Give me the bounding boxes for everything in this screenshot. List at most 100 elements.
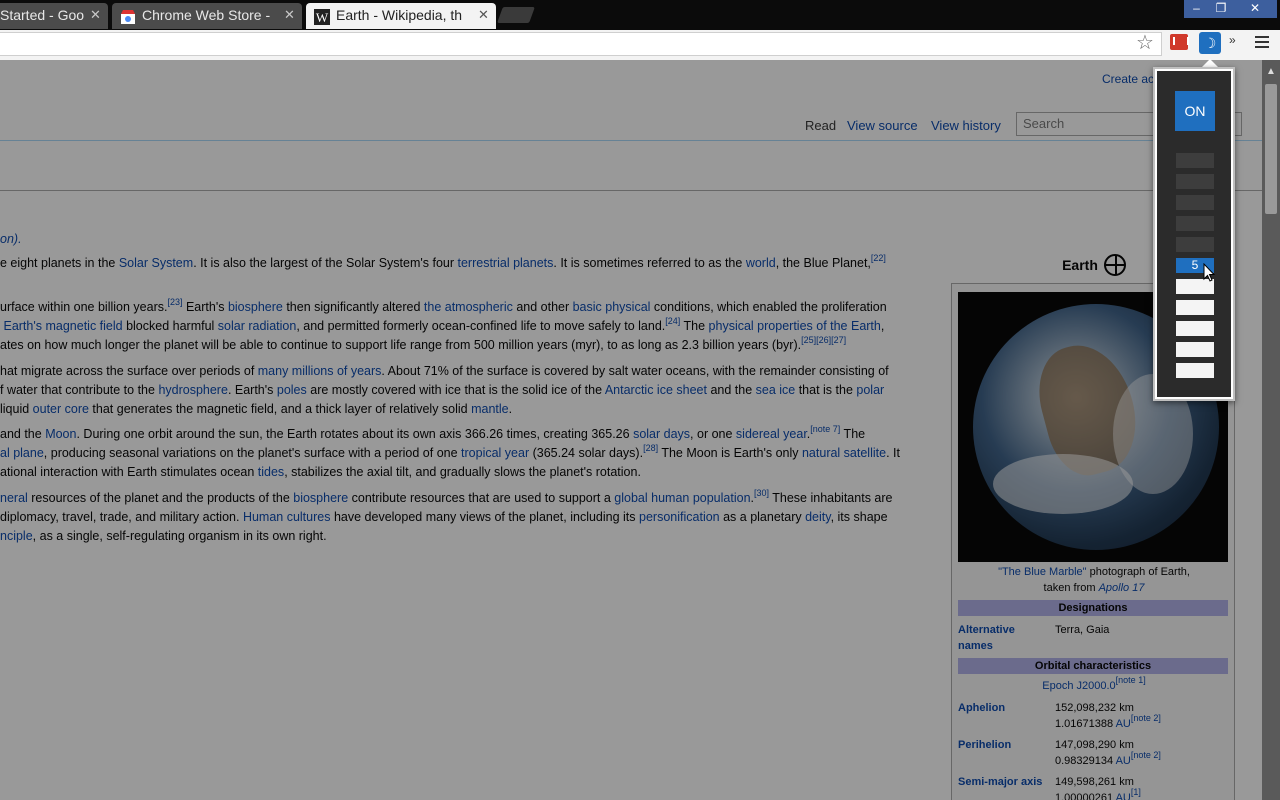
article-line: ates on how much longer the planet will … <box>0 336 940 355</box>
tab-chrome-web-store[interactable]: Chrome Web Store - ✕ <box>112 3 302 29</box>
link-au[interactable]: AU <box>1116 718 1131 730</box>
text: The <box>840 427 866 441</box>
link-mantle[interactable]: mantle <box>471 402 509 416</box>
brightness-level-1[interactable] <box>1175 152 1215 169</box>
brightness-level-10[interactable] <box>1175 341 1215 358</box>
close-window-button[interactable]: ✕ <box>1233 0 1277 18</box>
link-solar-system[interactable]: Solar System <box>119 256 193 270</box>
chrome-menu-icon[interactable] <box>1255 36 1269 48</box>
link-global-human-population[interactable]: global human population <box>614 491 750 505</box>
link-gaia-principle[interactable]: nciple <box>0 529 33 543</box>
citation[interactable]: [1] <box>1131 787 1141 797</box>
link-biosphere[interactable]: biosphere <box>228 300 283 314</box>
link-antarctic-ice-sheet[interactable]: Antarctic ice sheet <box>605 383 707 397</box>
link-personification[interactable]: personification <box>639 510 720 524</box>
link-moon[interactable]: Moon <box>45 427 76 441</box>
tab-read[interactable]: Read <box>805 118 836 142</box>
toggle-on-button[interactable]: ON <box>1175 91 1215 131</box>
link-sea-ice[interactable]: sea ice <box>756 383 796 397</box>
article-line: f water that contribute to the hydrosphe… <box>0 381 940 400</box>
address-bar[interactable] <box>0 32 1162 56</box>
text: diplomacy, travel, trade, and military a… <box>0 510 243 524</box>
link-mineral[interactable]: neral <box>0 491 28 505</box>
citation[interactable]: [note 1] <box>1116 675 1146 685</box>
link-terrestrial-planets[interactable]: terrestrial planets <box>458 256 554 270</box>
tab-close-icon[interactable]: ✕ <box>284 3 296 27</box>
link-deity[interactable]: deity <box>805 510 830 524</box>
link-basic-physical[interactable]: basic physical <box>573 300 651 314</box>
tab-earth-wikipedia[interactable]: W Earth - Wikipedia, th ✕ <box>306 3 496 29</box>
text: are mostly covered with ice that is the … <box>306 383 605 397</box>
link-physical-properties[interactable]: physical properties of the Earth <box>709 319 881 333</box>
brightness-level-8[interactable] <box>1175 299 1215 316</box>
tab-close-icon[interactable]: ✕ <box>478 3 490 27</box>
link-atmospheric[interactable]: the atmospheric <box>424 300 513 314</box>
tab-close-icon[interactable]: ✕ <box>90 3 102 27</box>
citation[interactable]: [30] <box>754 489 769 498</box>
link-biosphere[interactable]: biosphere <box>293 491 348 505</box>
more-extensions-chevron-icon[interactable]: » <box>1229 33 1236 47</box>
label-alternative-names[interactable]: Alternative names <box>958 622 1048 654</box>
tab-view-source[interactable]: View source <box>847 118 918 142</box>
scrollbar-thumb[interactable] <box>1265 84 1277 214</box>
link-solar-days[interactable]: solar days <box>633 427 690 441</box>
citation[interactable]: [28] <box>643 444 658 453</box>
link-magnetic-field[interactable]: Earth's magnetic field <box>3 319 122 333</box>
link-blue-marble[interactable]: "The Blue Marble" <box>998 566 1087 578</box>
brightness-level-4[interactable] <box>1175 215 1215 232</box>
link-epoch[interactable]: Epoch J2000.0 <box>1042 680 1115 692</box>
citation[interactable]: [note 2] <box>1131 750 1161 760</box>
article-link[interactable]: on). <box>0 232 22 246</box>
citation[interactable]: [note 2] <box>1131 713 1161 723</box>
text: 0.98329134 <box>1055 755 1116 767</box>
link-outer-core[interactable]: outer core <box>33 402 89 416</box>
link-au[interactable]: AU <box>1116 755 1131 767</box>
label-aphelion[interactable]: Aphelion <box>958 700 1048 716</box>
link-world[interactable]: world <box>746 256 776 270</box>
label-perihelion[interactable]: Perihelion <box>958 737 1048 753</box>
link-solar-radiation[interactable]: solar radiation <box>218 319 297 333</box>
minimize-button[interactable]: – <box>1184 0 1209 18</box>
maximize-button[interactable]: ❐ <box>1209 0 1233 18</box>
citation[interactable]: [24] <box>665 317 680 326</box>
citation[interactable]: [note 7] <box>810 425 840 434</box>
text: , the Blue Planet, <box>775 256 871 270</box>
page-scrollbar[interactable]: ▲ <box>1262 60 1280 800</box>
brightness-level-3[interactable] <box>1175 194 1215 211</box>
tab-getting-started[interactable]: Started - Goo ✕ <box>0 3 108 29</box>
gmail-extension-icon[interactable] <box>1170 34 1189 50</box>
link-tropical-year[interactable]: tropical year <box>461 446 529 460</box>
link-hydrosphere[interactable]: hydrosphere <box>158 383 228 397</box>
link-millions-of-years[interactable]: many millions of years <box>258 364 382 378</box>
link-tides[interactable]: tides <box>258 465 284 479</box>
link-poles[interactable]: poles <box>277 383 307 397</box>
citation[interactable]: [23] <box>167 298 182 307</box>
text: blocked harmful <box>122 319 218 333</box>
link-human-cultures[interactable]: Human cultures <box>243 510 331 524</box>
text: and the <box>706 383 756 397</box>
brightness-level-5[interactable] <box>1175 236 1215 253</box>
text: urface within one billion years. <box>0 300 168 314</box>
tab-view-history[interactable]: View history <box>931 118 1001 142</box>
text: photograph of Earth, <box>1086 566 1190 578</box>
citation[interactable]: [25][26][27] <box>801 336 846 345</box>
citation[interactable]: [22] <box>871 254 886 263</box>
brightness-level-11[interactable] <box>1175 362 1215 379</box>
link-au[interactable]: AU <box>1116 792 1131 800</box>
text: 1.00000261 <box>1055 792 1116 800</box>
link-polar[interactable]: polar <box>856 383 884 397</box>
link-apollo-17[interactable]: Apollo 17 <box>1099 582 1145 594</box>
text: that is the <box>795 383 857 397</box>
new-tab-button[interactable] <box>497 7 535 23</box>
dark-mode-extension-icon[interactable]: ☽ <box>1199 32 1221 54</box>
link-sidereal-year[interactable]: sidereal year <box>736 427 807 441</box>
brightness-level-9[interactable] <box>1175 320 1215 337</box>
label-semi-major-axis[interactable]: Semi-major axis <box>958 774 1058 790</box>
link-ecliptic-plane[interactable]: al plane <box>0 446 44 460</box>
brightness-level-2[interactable] <box>1175 173 1215 190</box>
text: The Moon is Earth's only <box>658 446 802 460</box>
scroll-up-arrow-icon[interactable]: ▲ <box>1266 66 1276 77</box>
link-natural-satellite[interactable]: natural satellite <box>802 446 886 460</box>
bookmark-star-icon[interactable]: ☆ <box>1136 31 1154 55</box>
text: , <box>880 319 885 333</box>
